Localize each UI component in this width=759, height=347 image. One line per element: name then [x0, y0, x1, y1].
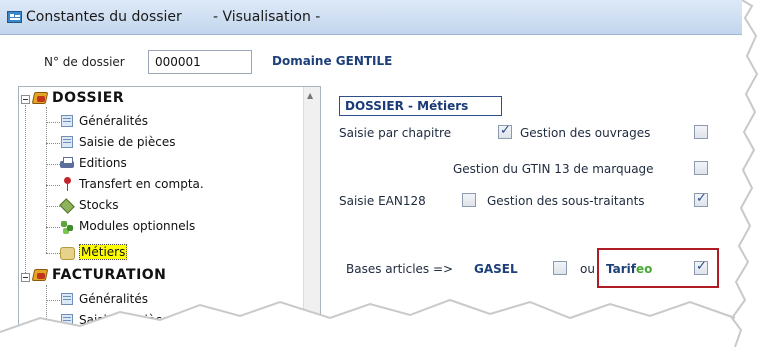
gestion-ouvrages-checkbox[interactable] — [694, 125, 708, 139]
saisie-ean128-checkbox[interactable] — [462, 193, 476, 207]
tree-connector — [46, 321, 60, 322]
title-bar: Constantes du dossier - Visualisation - — [0, 0, 742, 35]
gestion-gtin-checkbox[interactable] — [694, 161, 708, 175]
tree-node-label: Transfert en compta. — [79, 177, 204, 191]
gestion-ouvrages-label: Gestion des ouvrages — [520, 126, 651, 140]
tree-node-modules-optionnels[interactable]: Modules optionnels — [59, 218, 195, 234]
tree-connector — [46, 227, 60, 228]
pin-icon — [59, 176, 75, 192]
tree-node-stocks[interactable]: Stocks — [59, 197, 118, 213]
saisie-chapitre-label: Saisie par chapitre — [339, 126, 452, 140]
tree-node-label: Modules optionnels — [79, 219, 196, 233]
scroll-up-arrow-icon[interactable]: ▲ — [307, 91, 313, 100]
saisie-ean128-label: Saisie EAN128 — [339, 194, 426, 208]
tarifeo-checkbox[interactable] — [694, 259, 708, 275]
tree-node-label-selected: Métiers — [79, 244, 128, 260]
tree-node-editions[interactable]: Editions — [59, 155, 127, 171]
tree-node-label: Editions — [79, 156, 127, 170]
tree-node-label: Saisie de pièces — [79, 313, 176, 327]
gestion-sous-traitants-checkbox[interactable] — [694, 191, 708, 207]
tree-node-label: Saisie de pièces — [79, 135, 176, 149]
tree-node-facturation[interactable]: FACTURATION — [32, 267, 166, 283]
domain-name: Domaine GENTILE — [272, 54, 393, 68]
folder-tools-icon — [32, 267, 48, 283]
collapse-facturation-toggle[interactable] — [21, 273, 30, 282]
tarifeo-label: Tarifeo — [606, 262, 652, 276]
tree-node-facturation-saisie-pieces[interactable]: Saisie de pièces — [59, 312, 175, 328]
tree-node-facturation-generalites[interactable]: Généralités — [59, 291, 148, 307]
tree-node-label: Stocks — [79, 198, 119, 212]
document-icon — [59, 113, 75, 129]
tree-node-label: DOSSIER — [52, 90, 125, 106]
tree-connector — [46, 122, 60, 123]
window-title: Constantes du dossier - Visualisation - — [26, 9, 321, 25]
document-icon — [59, 312, 75, 328]
gestion-gtin-label: Gestion du GTIN 13 de marquage — [453, 162, 654, 176]
section-title: DOSSIER - Métiers — [339, 96, 502, 116]
gasel-label: GASEL — [474, 262, 518, 276]
tree-connector — [46, 206, 60, 207]
tree-connector — [46, 185, 60, 186]
tree-connector — [46, 285, 47, 347]
tree-node-label: Généralités — [79, 114, 148, 128]
document-icon — [59, 134, 75, 150]
tree-node-label: Généralités — [79, 292, 148, 306]
tree-node-saisie-pieces[interactable]: Saisie de pièces — [59, 134, 175, 150]
metiers-icon — [59, 244, 75, 260]
tree-node-generalites[interactable]: Généralités — [59, 113, 148, 129]
tree-connector — [46, 253, 60, 254]
bases-articles-label: Bases articles => — [346, 262, 454, 276]
tree-scrollbar[interactable]: ▲ — [303, 87, 320, 347]
printer-icon — [59, 155, 75, 171]
dossier-number-label: N° de dossier — [44, 55, 125, 69]
tarifeo-label-accent: eo — [636, 262, 653, 276]
app-icon — [7, 11, 22, 23]
tree-connector — [25, 105, 26, 277]
dossier-number-field[interactable] — [148, 50, 252, 74]
tree-node-metiers[interactable]: Métiers — [59, 244, 128, 260]
ou-label: ou — [580, 262, 595, 276]
folder-tools-icon — [32, 90, 48, 106]
tree-connector — [46, 164, 60, 165]
collapse-dossier-toggle[interactable] — [21, 95, 30, 104]
tree-connector — [46, 143, 60, 144]
stock-icon — [59, 197, 75, 213]
tree-node-label: FACTURATION — [52, 267, 167, 283]
tarifeo-label-main: Tarif — [606, 262, 636, 276]
tree-connector — [46, 107, 47, 253]
tree-node-dossier[interactable]: DOSSIER — [32, 90, 124, 106]
document-icon — [59, 291, 75, 307]
saisie-chapitre-checkbox[interactable] — [498, 123, 512, 139]
tree-node-transfert-compta[interactable]: Transfert en compta. — [59, 176, 204, 192]
tree-connector — [46, 300, 60, 301]
puzzle-icon — [59, 218, 75, 234]
settings-tree[interactable]: ▲ DOSSIER Généralités Saisie de pièces E… — [18, 86, 321, 347]
gasel-checkbox[interactable] — [553, 261, 567, 275]
window: Constantes du dossier - Visualisation - … — [0, 0, 759, 347]
gestion-sous-traitants-label: Gestion des sous-traitants — [487, 194, 645, 208]
